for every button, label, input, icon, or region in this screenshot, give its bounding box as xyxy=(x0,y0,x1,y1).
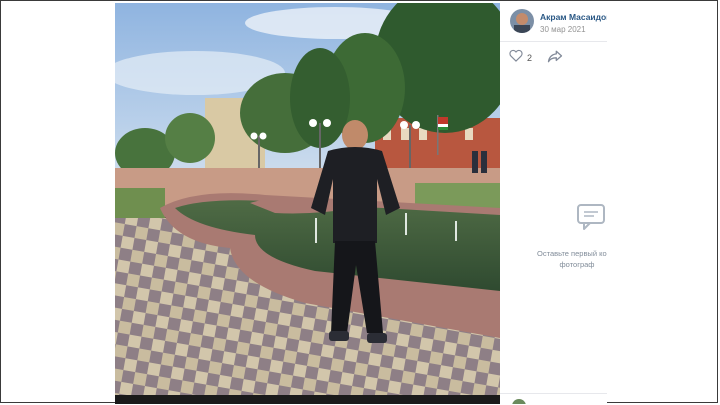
like-button[interactable]: 2 xyxy=(509,49,532,67)
photo-image xyxy=(115,3,500,404)
author-name-link[interactable]: Акрам Масаидов xyxy=(540,12,607,22)
author-row: Акрам Масаидов 30 мар 2021 xyxy=(510,9,607,39)
current-user-avatar xyxy=(512,399,526,404)
photo-bottom-strip xyxy=(115,395,500,404)
heart-icon xyxy=(509,49,523,67)
empty-comments-line-1: Оставьте первый комм xyxy=(537,249,607,258)
post-date[interactable]: 30 мар 2021 xyxy=(540,25,586,34)
share-button[interactable] xyxy=(547,50,563,68)
author-avatar[interactable] xyxy=(510,9,534,33)
comment-bubble-icon xyxy=(576,203,606,236)
share-arrow-icon xyxy=(547,50,563,67)
post-actions: 2 xyxy=(509,49,607,69)
empty-comments-message: Оставьте первый комм фотограф xyxy=(522,248,607,270)
viewer-frame: Акрам Масаидов 30 мар 2021 2 Оставьте пе… xyxy=(0,0,718,404)
post-photo[interactable] xyxy=(115,3,500,404)
post-side-panel: Акрам Масаидов 30 мар 2021 2 Оставьте пе… xyxy=(500,3,607,404)
header-divider xyxy=(500,41,607,42)
like-count: 2 xyxy=(527,53,533,63)
comment-input-divider xyxy=(500,393,607,394)
empty-comments-line-2: фотограф xyxy=(559,260,595,269)
